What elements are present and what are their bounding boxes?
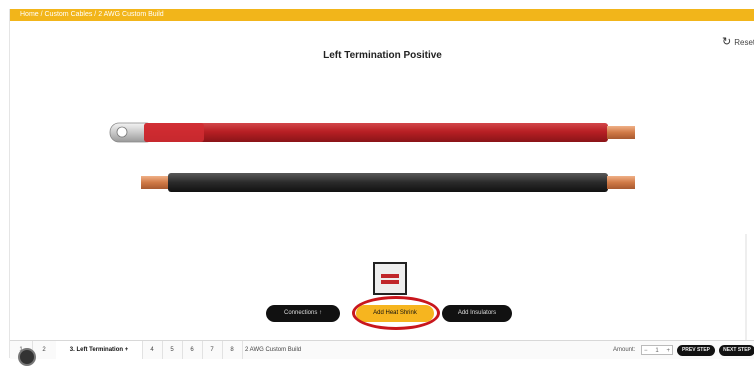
annotation-circle (352, 296, 440, 330)
build-name: 2 AWG Custom Build (245, 347, 302, 353)
positive-jacket (144, 123, 608, 142)
step-6[interactable]: 6 (182, 341, 203, 359)
cable-thumbnail-icon (381, 274, 399, 284)
step-7[interactable]: 7 (202, 341, 223, 359)
step-8[interactable]: 8 (222, 341, 243, 359)
negative-copper-end (607, 176, 635, 189)
decrease-button[interactable]: − (644, 346, 648, 354)
add-insulators-button[interactable]: Add Insulators (442, 305, 512, 322)
quantity-value[interactable]: 1 (655, 346, 658, 354)
quantity-stepper[interactable]: − 1 + (641, 345, 673, 355)
prev-step-button[interactable]: PREV STEP (677, 345, 715, 356)
app-window: Home / Custom Cables / 2 AWG Custom Buil… (9, 9, 754, 359)
negative-copper-start (141, 176, 170, 189)
step-3[interactable]: 3. Left Termination + (56, 341, 143, 359)
positive-copper-end (607, 126, 635, 139)
ring-terminal-hole (116, 126, 128, 138)
positive-cable[interactable] (109, 122, 635, 143)
negative-cable[interactable] (141, 173, 635, 192)
step-5[interactable]: 5 (162, 341, 183, 359)
step-4[interactable]: 4 (142, 341, 163, 359)
connections-button[interactable]: Connections ↑ (266, 305, 340, 322)
next-step-button[interactable]: NEXT STEP (719, 345, 754, 356)
negative-jacket (168, 173, 608, 192)
amount-label: Amount: (613, 347, 636, 353)
mouse-cursor-indicator (18, 348, 36, 366)
step-bar: 1 2 3. Left Termination + 4 5 6 7 8 2 AW… (10, 340, 754, 359)
increase-button[interactable]: + (666, 346, 670, 354)
component-thumbnail[interactable] (373, 262, 407, 295)
heat-shrink (144, 123, 204, 142)
